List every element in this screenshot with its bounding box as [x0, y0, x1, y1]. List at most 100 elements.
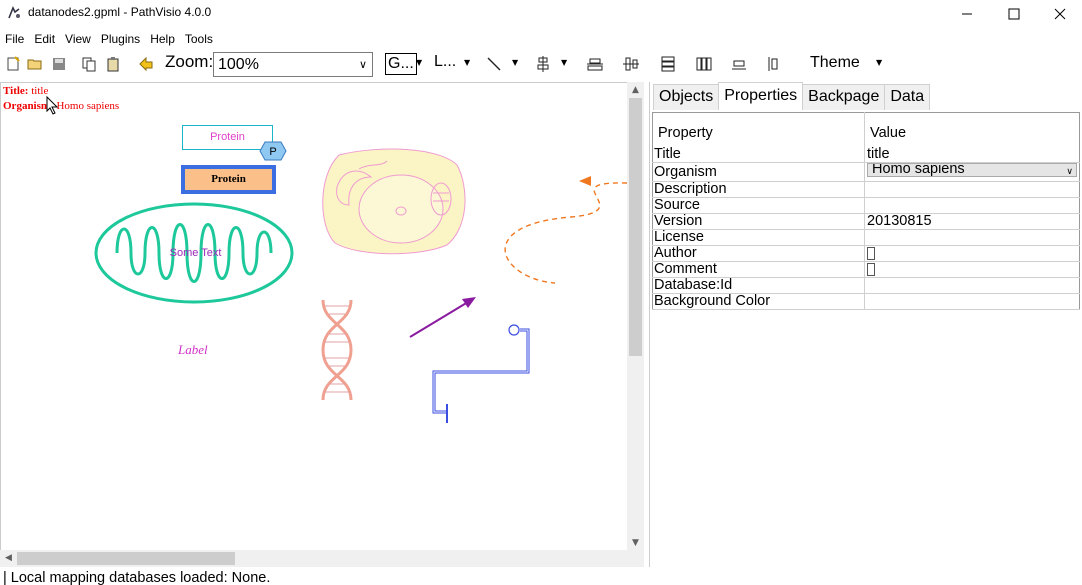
menu-view[interactable]: View	[60, 29, 96, 49]
tab-data[interactable]: Data	[884, 84, 931, 110]
organism-select-value: Homo sapiens	[872, 163, 965, 177]
phospho-label: P	[269, 146, 276, 158]
same-width-icon	[732, 60, 746, 70]
menu-tools[interactable]: Tools	[180, 29, 218, 49]
minimize-button[interactable]	[944, 0, 990, 28]
property-value[interactable]: 20130815	[864, 213, 1080, 230]
property-value[interactable]	[864, 277, 1080, 294]
group-dropdown[interactable]: G...	[385, 53, 417, 75]
same-height-button[interactable]	[764, 54, 784, 74]
table-row[interactable]: Author	[652, 245, 1080, 262]
property-name: Comment	[652, 261, 865, 278]
stack-vertical-icon	[661, 56, 675, 72]
menu-help[interactable]: Help	[145, 29, 180, 49]
copy-button[interactable]	[79, 54, 99, 74]
property-value[interactable]	[864, 261, 1080, 278]
stack-horizontal-button[interactable]	[694, 54, 714, 74]
protein-node-2[interactable]: Protein	[181, 165, 276, 194]
menu-bar: File Edit View Plugins Help Tools	[0, 29, 1082, 49]
scroll-up-icon[interactable]: ▲	[627, 82, 644, 98]
phosphorylation-badge[interactable]: P	[259, 141, 287, 161]
property-column-header: Property	[658, 125, 713, 142]
caret-down-icon[interactable]: ▼	[561, 58, 567, 67]
menu-file[interactable]: File	[0, 29, 29, 49]
mouse-cursor-icon	[46, 96, 59, 115]
align-center-vertical-icon	[537, 56, 549, 72]
chevron-down-icon: ∨	[358, 59, 367, 71]
caret-down-icon[interactable]: ▼	[876, 58, 882, 67]
zoom-value: 100%	[218, 56, 259, 73]
dna-shape[interactable]	[319, 298, 357, 402]
caret-down-icon[interactable]: ▼	[416, 58, 422, 67]
undo-button[interactable]	[136, 54, 156, 74]
property-value[interactable]	[864, 245, 1080, 262]
align-top-button[interactable]	[585, 54, 605, 74]
stack-vertical-button[interactable]	[658, 54, 678, 74]
property-name: Database:Id	[652, 277, 865, 294]
elbow-connector[interactable]	[426, 320, 536, 426]
tab-properties[interactable]: Properties	[718, 82, 804, 110]
table-row[interactable]: Comment	[652, 261, 1080, 278]
property-value[interactable]	[864, 181, 1080, 198]
dashed-interaction[interactable]	[491, 171, 628, 286]
property-value[interactable]: title	[864, 146, 1080, 163]
property-value[interactable]	[864, 293, 1080, 310]
vertical-scrollbar[interactable]: ▲ ▼	[627, 82, 644, 551]
table-row[interactable]: Source	[652, 197, 1080, 214]
table-row[interactable]: Organism Homo sapiens ∨	[652, 162, 1080, 182]
property-value[interactable]: Homo sapiens ∨	[864, 162, 1080, 182]
menu-plugins[interactable]: Plugins	[96, 29, 145, 49]
zoom-select[interactable]: 100% ∨	[213, 52, 373, 77]
save-button[interactable]	[49, 54, 69, 74]
save-icon	[53, 58, 65, 70]
table-row[interactable]: Background Color	[652, 293, 1080, 310]
vertical-scroll-thumb[interactable]	[629, 98, 642, 356]
align-middle-icon	[623, 57, 639, 71]
table-row[interactable]: License	[652, 229, 1080, 246]
new-file-button[interactable]	[3, 54, 23, 74]
maximize-button[interactable]	[991, 0, 1037, 28]
comment-edit-button[interactable]	[867, 262, 875, 276]
mitochondrion-label: Some Text	[169, 247, 222, 259]
table-row[interactable]: Description	[652, 181, 1080, 198]
zoom-label: Zoom:	[165, 52, 214, 71]
scroll-down-icon[interactable]: ▼	[627, 535, 644, 551]
horizontal-scrollbar[interactable]: ◀	[0, 550, 644, 567]
close-icon	[1054, 8, 1066, 20]
open-button[interactable]	[25, 54, 45, 74]
line-tool-button[interactable]	[484, 54, 504, 74]
organism-value: Homo sapiens	[56, 100, 120, 112]
menu-edit[interactable]: Edit	[29, 29, 60, 49]
table-row[interactable]: Title title	[652, 146, 1080, 163]
title-bar: datanodes2.gpml - PathVisio 4.0.0	[0, 0, 1082, 28]
author-edit-button[interactable]	[867, 246, 875, 260]
caret-down-icon[interactable]: ▼	[512, 58, 518, 67]
caret-down-icon[interactable]: ▼	[464, 58, 470, 67]
paste-button[interactable]	[103, 54, 123, 74]
property-name: Organism	[652, 162, 865, 182]
undo-icon	[139, 56, 153, 72]
tab-backpage[interactable]: Backpage	[802, 84, 886, 110]
close-button[interactable]	[1037, 0, 1082, 28]
cell-shape[interactable]	[319, 147, 467, 257]
label-node[interactable]: Label	[178, 342, 208, 358]
tab-objects[interactable]: Objects	[653, 84, 720, 110]
table-row[interactable]: Database:Id	[652, 277, 1080, 294]
same-width-button[interactable]	[729, 54, 749, 74]
pathvisio-logo-icon	[8, 6, 20, 19]
horizontal-scroll-thumb[interactable]	[17, 552, 235, 565]
organism-select[interactable]: Homo sapiens ∨	[867, 163, 1077, 177]
property-name: Background Color	[652, 293, 865, 310]
info-box-title: Title: title	[3, 85, 48, 97]
align-middle-button[interactable]	[621, 54, 641, 74]
property-value[interactable]	[864, 197, 1080, 214]
scroll-left-icon[interactable]: ◀	[0, 550, 17, 567]
layout-dropdown[interactable]: L...	[434, 53, 456, 77]
property-name: Version	[652, 213, 865, 230]
property-value[interactable]	[864, 229, 1080, 246]
pathway-canvas[interactable]: Title: title Organism: Homo sapiens Prot…	[0, 82, 628, 550]
table-row[interactable]: Version 20130815	[652, 213, 1080, 230]
align-horizontal-center-icon	[587, 58, 603, 71]
theme-dropdown[interactable]: Theme	[810, 54, 860, 72]
align-vertical-button[interactable]	[533, 54, 553, 74]
